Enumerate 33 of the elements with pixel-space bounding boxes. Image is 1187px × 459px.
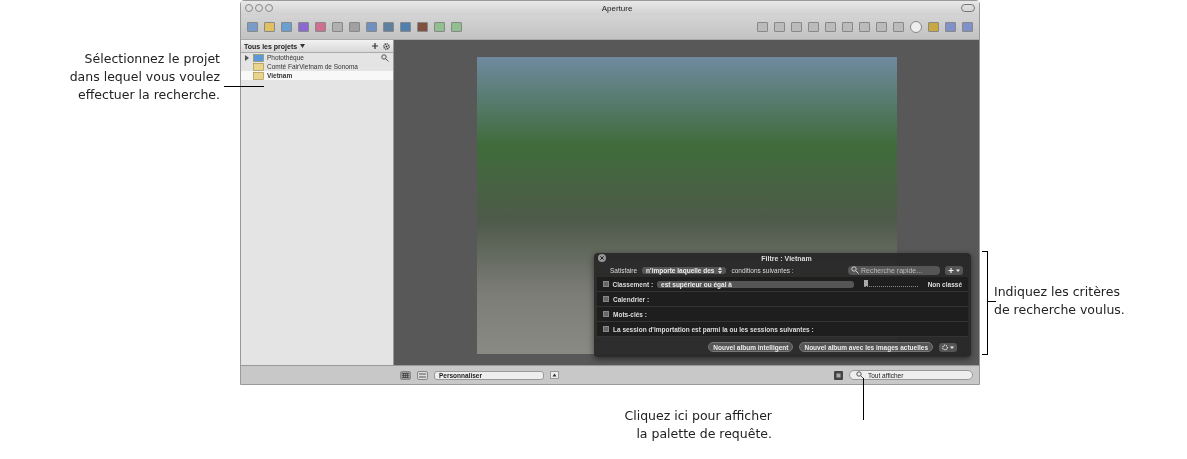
settings-icon[interactable]	[383, 42, 390, 50]
caret-icon[interactable]	[300, 44, 306, 48]
checkbox[interactable]	[603, 296, 609, 302]
callout-text: Sélectionnez le projet dans lequel vous voulez effectuer la recherche.	[68, 50, 220, 104]
checkbox[interactable]	[603, 281, 609, 287]
search-icon	[851, 266, 859, 274]
leader-line	[863, 378, 864, 420]
window-title: Aperture	[600, 3, 634, 13]
checkbox[interactable]	[603, 326, 609, 332]
add-icon[interactable]	[372, 43, 378, 49]
slider-thumb[interactable]	[863, 279, 868, 286]
search-icon[interactable]	[381, 53, 389, 62]
zoom-window-icon[interactable]	[265, 4, 273, 12]
sort-direction-button[interactable]	[550, 371, 559, 379]
action-menu-button[interactable]	[939, 342, 957, 352]
leader-line	[224, 86, 264, 87]
rating-slider[interactable]	[863, 281, 918, 287]
stepper-arrows-icon	[718, 266, 723, 274]
leader-line	[988, 301, 996, 302]
close-window-icon[interactable]	[245, 4, 253, 12]
loupe-icon[interactable]	[910, 21, 922, 33]
minimize-window-icon[interactable]	[255, 4, 263, 12]
filter-palette-button[interactable]	[834, 370, 843, 380]
callout-text: Cliquez ici pour afficher la palette de requête.	[623, 407, 772, 443]
close-icon[interactable]	[598, 254, 606, 262]
grid-view-button[interactable]	[400, 370, 411, 380]
add-rule-button[interactable]	[945, 265, 963, 275]
search-icon	[856, 371, 864, 379]
checkbox[interactable]	[603, 311, 609, 317]
disclosure-triangle-icon[interactable]	[244, 54, 250, 61]
library-icon	[253, 53, 264, 62]
callout-text: Indiquez les critères de recherche voulus.	[994, 283, 1126, 319]
list-view-button[interactable]	[417, 370, 428, 380]
